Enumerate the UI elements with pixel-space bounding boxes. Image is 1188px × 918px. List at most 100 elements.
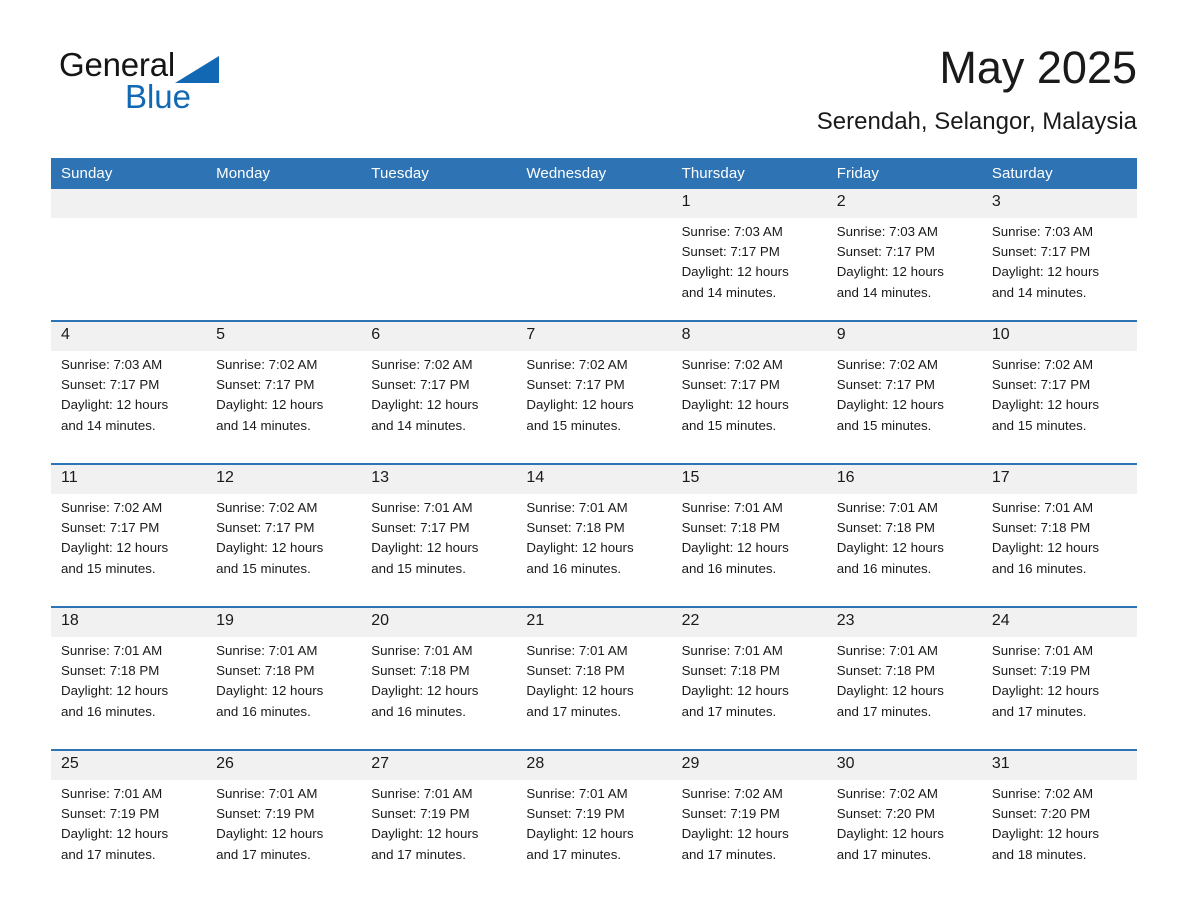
day-number[interactable]: 14 xyxy=(516,465,672,494)
daylight-text-line1: Daylight: 12 hours xyxy=(836,826,944,842)
day-number[interactable]: 22 xyxy=(671,608,827,637)
day-number[interactable]: 16 xyxy=(826,465,982,494)
daylight-text-line1: Daylight: 12 hours xyxy=(216,683,324,699)
day-number[interactable]: 24 xyxy=(981,608,1137,637)
day-cell[interactable]: Sunrise: 7:02 AM Sunset: 7:20 PM Daylight:… xyxy=(826,780,982,892)
day-cell[interactable]: Sunrise: 7:02 AM Sunset: 7:17 PM Daylight:… xyxy=(206,351,362,463)
daylight-text-line2: and 15 minutes. xyxy=(216,560,311,576)
day-number[interactable]: 2 xyxy=(826,189,982,218)
day-cell[interactable]: Sunrise: 7:01 AM Sunset: 7:18 PM Daylight:… xyxy=(516,494,672,606)
day-number[interactable]: 30 xyxy=(826,751,982,780)
day-cell[interactable]: Sunrise: 7:01 AM Sunset: 7:17 PM Daylight:… xyxy=(361,494,517,606)
day-cell[interactable]: Sunrise: 7:01 AM Sunset: 7:18 PM Daylight:… xyxy=(981,494,1137,606)
day-number[interactable]: 21 xyxy=(516,608,672,637)
daylight-text-line1: Daylight: 12 hours xyxy=(991,826,1100,842)
day-number[interactable]: 11 xyxy=(51,465,207,494)
day-cell[interactable]: Sunrise: 7:03 AM Sunset: 7:17 PM Daylight:… xyxy=(826,218,982,320)
day-number-row: 11 12 13 14 15 16 17 xyxy=(51,465,1137,494)
day-number[interactable]: 3 xyxy=(981,189,1137,218)
sunset-text: Sunset: 7:18 PM xyxy=(526,520,625,536)
day-cell[interactable]: Sunrise: 7:03 AM Sunset: 7:17 PM Daylight:… xyxy=(981,218,1137,320)
sunset-text: Sunset: 7:17 PM xyxy=(61,520,160,536)
day-number[interactable]: 10 xyxy=(981,322,1137,351)
sunset-text: Sunset: 7:18 PM xyxy=(61,663,160,679)
day-number[interactable]: 1 xyxy=(671,189,827,218)
day-number[interactable]: 28 xyxy=(516,751,672,780)
sunrise-text: Sunrise: 7:01 AM xyxy=(991,500,1094,515)
sunset-text: Sunset: 7:19 PM xyxy=(371,806,470,822)
sunrise-text: Sunrise: 7:01 AM xyxy=(526,786,628,801)
day-cell[interactable]: Sunrise: 7:02 AM Sunset: 7:17 PM Daylight:… xyxy=(671,351,827,463)
sunset-text: Sunset: 7:18 PM xyxy=(836,663,936,679)
day-number[interactable]: 27 xyxy=(361,751,517,780)
daylight-text-line2: and 14 minutes. xyxy=(681,284,777,300)
day-cell[interactable]: Sunrise: 7:01 AM Sunset: 7:18 PM Daylight:… xyxy=(51,637,207,749)
day-detail-row: Sunrise: 7:01 AM Sunset: 7:18 PM Daylight:… xyxy=(51,637,1137,749)
day-cell[interactable]: Sunrise: 7:01 AM Sunset: 7:18 PM Daylight:… xyxy=(826,494,982,606)
day-cell[interactable]: Sunrise: 7:01 AM Sunset: 7:19 PM Daylight:… xyxy=(981,637,1137,749)
day-number[interactable]: 18 xyxy=(51,608,207,637)
logo-top-line: General xyxy=(59,48,259,86)
daylight-text-line1: Daylight: 12 hours xyxy=(371,540,479,556)
day-cell[interactable]: Sunrise: 7:01 AM Sunset: 7:18 PM Daylight:… xyxy=(671,637,827,749)
day-cell[interactable]: Sunrise: 7:01 AM Sunset: 7:18 PM Daylight:… xyxy=(361,637,517,749)
day-cell[interactable]: Sunrise: 7:02 AM Sunset: 7:17 PM Daylight:… xyxy=(51,494,207,606)
day-number[interactable]: 7 xyxy=(516,322,672,351)
day-cell[interactable]: Sunrise: 7:02 AM Sunset: 7:19 PM Daylight:… xyxy=(671,780,827,892)
day-cell[interactable]: Sunrise: 7:01 AM Sunset: 7:19 PM Daylight:… xyxy=(516,780,672,892)
day-cell[interactable]: Sunrise: 7:01 AM Sunset: 7:19 PM Daylight:… xyxy=(361,780,517,892)
day-number[interactable]: 15 xyxy=(671,465,827,494)
sunset-text: Sunset: 7:17 PM xyxy=(61,377,160,393)
day-cell[interactable]: Sunrise: 7:03 AM Sunset: 7:17 PM Daylight:… xyxy=(51,351,207,463)
day-cell[interactable]: Sunrise: 7:01 AM Sunset: 7:18 PM Daylight:… xyxy=(516,637,672,749)
day-cell[interactable]: Sunrise: 7:01 AM Sunset: 7:18 PM Daylight:… xyxy=(206,637,362,749)
day-number[interactable]: 17 xyxy=(981,465,1137,494)
day-number[interactable]: 12 xyxy=(206,465,362,494)
daylight-text-line1: Daylight: 12 hours xyxy=(526,683,634,699)
day-cell[interactable]: Sunrise: 7:02 AM Sunset: 7:20 PM Daylight:… xyxy=(981,780,1137,892)
day-number[interactable]: 4 xyxy=(51,322,207,351)
daylight-text-line2: and 15 minutes. xyxy=(61,560,156,576)
sunrise-text: Sunrise: 7:01 AM xyxy=(61,643,163,658)
day-number[interactable]: 9 xyxy=(826,322,982,351)
sunrise-text: Sunrise: 7:02 AM xyxy=(681,357,783,372)
sunset-text: Sunset: 7:17 PM xyxy=(371,520,470,536)
day-cell[interactable]: Sunrise: 7:01 AM Sunset: 7:18 PM Daylight:… xyxy=(671,494,827,606)
day-cell[interactable]: Sunrise: 7:03 AM Sunset: 7:17 PM Daylight:… xyxy=(671,218,827,320)
day-number[interactable]: 13 xyxy=(361,465,517,494)
day-number[interactable]: 6 xyxy=(361,322,517,351)
day-number[interactable]: 25 xyxy=(51,751,207,780)
daylight-text-line2: and 15 minutes. xyxy=(526,417,622,433)
day-cell[interactable]: Sunrise: 7:02 AM Sunset: 7:17 PM Daylight:… xyxy=(981,351,1137,463)
sunset-text: Sunset: 7:19 PM xyxy=(61,806,160,822)
sunrise-text: Sunrise: 7:03 AM xyxy=(991,224,1094,239)
daylight-text-line1: Daylight: 12 hours xyxy=(371,826,479,842)
day-cell[interactable]: Sunrise: 7:01 AM Sunset: 7:19 PM Daylight:… xyxy=(51,780,207,892)
logo-general-text: General xyxy=(59,46,176,83)
title-block: May 2025 Serendah, Selangor, Malaysia xyxy=(817,40,1137,138)
day-number[interactable]: 29 xyxy=(671,751,827,780)
daylight-text-line1: Daylight: 12 hours xyxy=(61,683,169,699)
day-number[interactable]: 19 xyxy=(206,608,362,637)
day-cell[interactable]: Sunrise: 7:01 AM Sunset: 7:18 PM Daylight:… xyxy=(826,637,982,749)
daylight-text-line2: and 16 minutes. xyxy=(526,560,622,576)
sunset-text: Sunset: 7:18 PM xyxy=(216,663,315,679)
day-cell[interactable]: Sunrise: 7:02 AM Sunset: 7:17 PM Daylight:… xyxy=(516,351,672,463)
day-number[interactable]: 23 xyxy=(826,608,982,637)
day-number[interactable]: 5 xyxy=(206,322,362,351)
daylight-text-line2: and 17 minutes. xyxy=(371,846,466,862)
day-number[interactable]: 8 xyxy=(671,322,827,351)
day-number[interactable]: 31 xyxy=(981,751,1137,780)
sunrise-text: Sunrise: 7:02 AM xyxy=(371,357,473,372)
sunrise-text: Sunrise: 7:01 AM xyxy=(371,786,473,801)
sunrise-text: Sunrise: 7:02 AM xyxy=(836,786,938,801)
sunset-text: Sunset: 7:17 PM xyxy=(526,377,625,393)
day-cell[interactable]: Sunrise: 7:01 AM Sunset: 7:19 PM Daylight:… xyxy=(206,780,362,892)
day-number[interactable]: 20 xyxy=(361,608,517,637)
day-number[interactable]: 26 xyxy=(206,751,362,780)
day-cell[interactable]: Sunrise: 7:02 AM Sunset: 7:17 PM Daylight:… xyxy=(206,494,362,606)
daylight-text-line1: Daylight: 12 hours xyxy=(681,264,789,280)
general-blue-logo[interactable]: General Blue xyxy=(59,48,259,120)
day-cell[interactable]: Sunrise: 7:02 AM Sunset: 7:17 PM Daylight:… xyxy=(361,351,517,463)
day-cell[interactable]: Sunrise: 7:02 AM Sunset: 7:17 PM Daylight:… xyxy=(826,351,982,463)
